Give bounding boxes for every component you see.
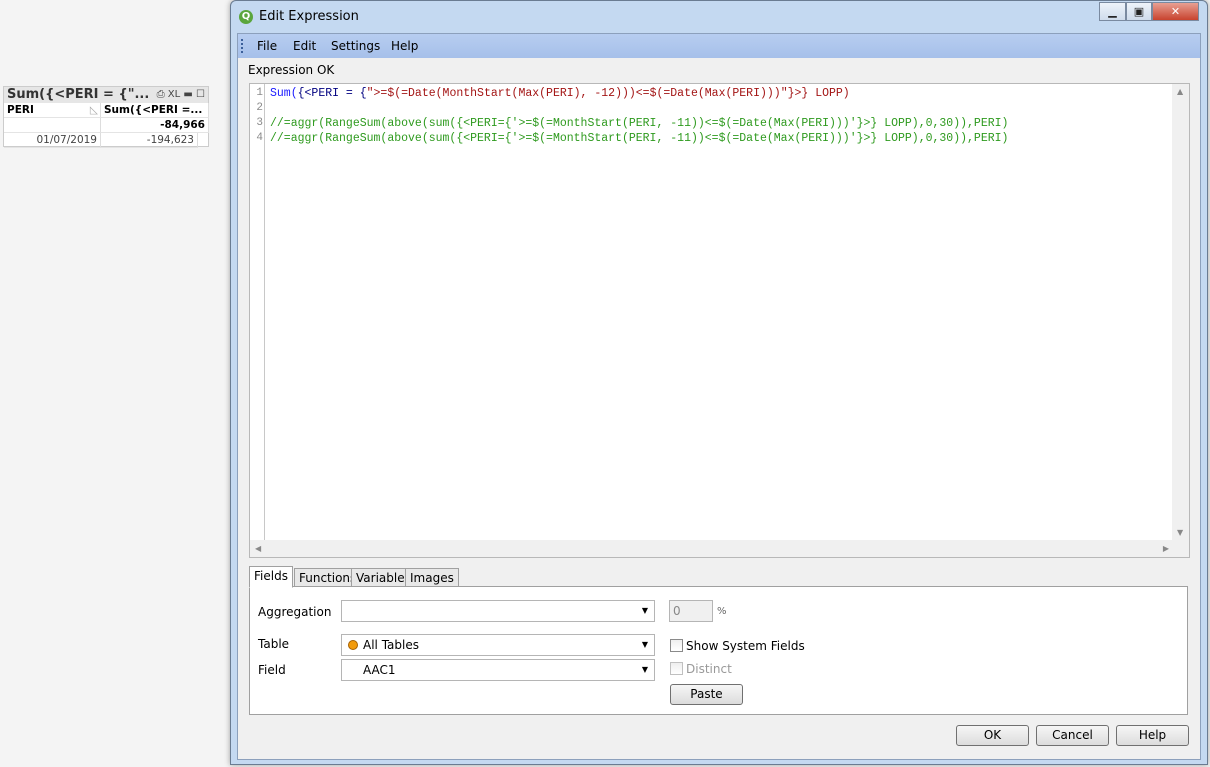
expression-status: Expression OK — [248, 63, 335, 77]
paste-button[interactable]: Paste — [670, 684, 743, 705]
ok-button[interactable]: OK — [956, 725, 1029, 746]
chevron-down-icon: ▼ — [641, 665, 648, 674]
chevron-down-icon: ▼ — [641, 606, 648, 615]
show-system-fields-label: Show System Fields — [686, 639, 805, 653]
column-header-peri[interactable]: PERI ◺ — [4, 103, 101, 118]
aggregation-select[interactable]: ▼ — [341, 600, 655, 622]
minimize-icon[interactable]: ▬ — [183, 89, 192, 100]
caption-icons[interactable]: ⎙ XL ▬ ☐ — [157, 87, 205, 103]
minimize-button[interactable]: ▁ — [1099, 2, 1126, 21]
line-number: 3 — [256, 117, 263, 129]
grip-icon — [241, 39, 243, 53]
percent-input[interactable]: 0 — [669, 600, 713, 622]
dialog-body: File Edit Settings Help Expression OK 1 … — [237, 33, 1201, 760]
print-icon[interactable]: ⎙ — [157, 89, 165, 100]
chevron-down-icon: ▼ — [641, 640, 648, 649]
code-line-1[interactable]: Sum({<PERI = {">=$(=Date(MonthStart(Max(… — [270, 86, 850, 101]
xl-icon[interactable]: XL — [168, 89, 180, 100]
table-cell-peri: 01/07/2019 — [4, 133, 101, 148]
field-label: Field — [258, 663, 286, 677]
line-number-gutter — [250, 84, 265, 540]
menu-settings[interactable]: Settings — [331, 34, 380, 58]
tab-images[interactable]: Images — [405, 568, 459, 588]
sort-icon: ◺ — [89, 104, 98, 116]
cancel-button[interactable]: Cancel — [1036, 725, 1109, 746]
table-cell-value: -194,623 — [101, 133, 198, 148]
aggregation-label: Aggregation — [258, 605, 332, 619]
column-header-sum[interactable]: Sum({<PERI =... — [101, 103, 209, 118]
restore-button[interactable]: ▣ — [1126, 2, 1152, 21]
distinct-label: Distinct — [686, 662, 732, 676]
distinct-checkbox[interactable] — [670, 662, 683, 675]
code-line-3[interactable]: //=aggr(RangeSum(above(sum({<PERI={'>=$(… — [270, 116, 1008, 131]
table-caption[interactable]: Sum({<PERI = {"... ⎙ XL ▬ ☐ — [4, 87, 208, 103]
fields-panel: Aggregation ▼ 0 % Table All Tables ▼ Fiel… — [249, 586, 1188, 715]
table-select[interactable]: All Tables ▼ — [341, 634, 655, 656]
field-select[interactable]: AAC1 ▼ — [341, 659, 655, 681]
tab-fields[interactable]: Fields — [249, 566, 293, 588]
total-value: -84,966 — [101, 118, 209, 133]
menu-file[interactable]: File — [257, 34, 277, 58]
line-number: 4 — [256, 132, 263, 144]
total-label — [4, 118, 101, 133]
expression-editor[interactable]: 1 2 3 4 Sum({<PERI = {">=$(=Date(MonthSt… — [249, 83, 1190, 558]
table-dot-icon — [348, 640, 358, 650]
help-button[interactable]: Help — [1116, 725, 1189, 746]
percent-sign: % — [717, 606, 727, 617]
qlik-logo-icon: Q — [239, 9, 253, 24]
table-box[interactable]: Sum({<PERI = {"... ⎙ XL ▬ ☐ PERI ◺ Sum({<… — [3, 86, 209, 148]
line-number: 1 — [256, 87, 263, 99]
vertical-scrollbar[interactable]: ▲ ▼ — [1172, 84, 1189, 540]
maximize-icon[interactable]: ☐ — [196, 89, 205, 100]
dialog-title: Edit Expression — [259, 9, 359, 24]
line-number: 2 — [256, 102, 263, 114]
show-system-fields-checkbox[interactable] — [670, 639, 683, 652]
menu-help[interactable]: Help — [391, 34, 418, 58]
close-button[interactable]: ✕ — [1152, 2, 1199, 21]
title-bar: Q Edit Expression — [239, 6, 359, 28]
code-line-4[interactable]: //=aggr(RangeSum(above(sum({<PERI={'>=$(… — [270, 131, 1008, 146]
edit-expression-dialog: Q Edit Expression ▁ ▣ ✕ File Edit Setting… — [230, 0, 1208, 765]
menu-bar: File Edit Settings Help — [238, 34, 1200, 58]
table-label: Table — [258, 637, 290, 651]
horizontal-scrollbar[interactable]: ◀ ▶ — [250, 540, 1189, 557]
menu-edit[interactable]: Edit — [293, 34, 316, 58]
